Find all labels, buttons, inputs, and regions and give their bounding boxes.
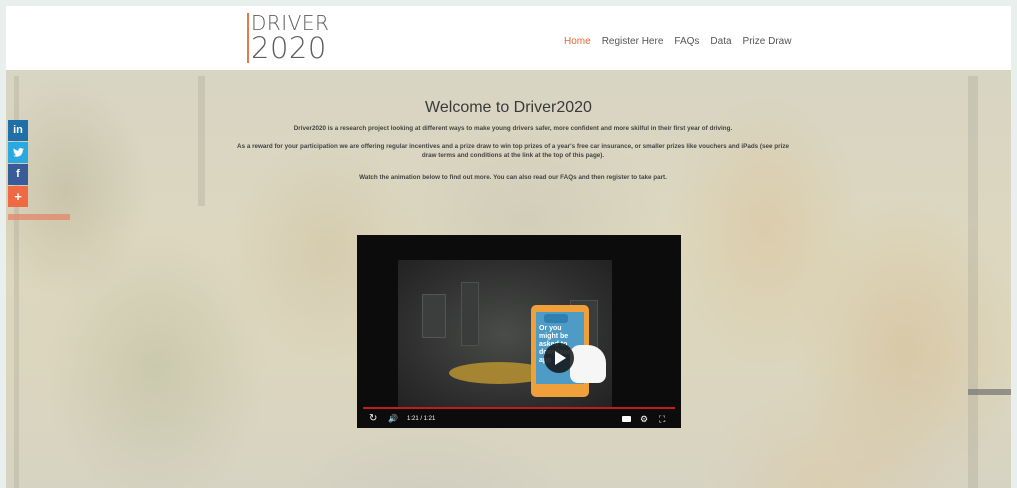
nav-faqs[interactable]: FAQs xyxy=(674,36,699,47)
gear-icon[interactable]: ⚙ xyxy=(640,412,648,426)
fullscreen-icon[interactable]: ⛶ xyxy=(659,412,665,426)
nav-register[interactable]: Register Here xyxy=(602,36,664,47)
plus-icon[interactable]: + xyxy=(8,186,28,207)
logo-line-1: DRIVER xyxy=(251,11,330,35)
volume-icon[interactable]: 🔊 xyxy=(388,412,398,426)
page-title: Welcome to Driver2020 xyxy=(425,99,592,116)
twitter-icon[interactable] xyxy=(8,142,28,163)
scene-poster xyxy=(422,294,446,338)
site-header: DRIVER 2020 Home Register Here FAQs Data… xyxy=(6,6,1011,70)
decorative-bar xyxy=(968,389,1011,395)
logo-line-2: 2020 xyxy=(251,31,327,65)
chat-bubble xyxy=(544,314,568,323)
video-controls: ↻ 🔊 1:21 / 1:21 ⚙ ⛶ xyxy=(357,412,681,426)
reward-paragraph: As a reward for your participation we ar… xyxy=(237,143,789,159)
decorative-bar xyxy=(8,214,70,220)
site-logo[interactable]: DRIVER 2020 xyxy=(247,13,329,63)
main-nav: Home Register Here FAQs Data Prize Draw xyxy=(564,36,791,47)
linkedin-icon[interactable]: in xyxy=(8,120,28,141)
hand-illustration xyxy=(570,345,606,383)
scene-poster xyxy=(461,282,479,346)
video-player[interactable]: Or you might be asked to download an app… xyxy=(357,235,681,428)
play-icon[interactable] xyxy=(544,343,574,373)
page: DRIVER 2020 Home Register Here FAQs Data… xyxy=(6,6,1011,488)
video-time: 1:21 / 1:21 xyxy=(407,416,436,422)
social-share-bar: in f + xyxy=(8,120,28,208)
intro-paragraph: Driver2020 is a research project looking… xyxy=(293,125,733,132)
replay-icon[interactable]: ↻ xyxy=(369,412,377,426)
facebook-icon[interactable]: f xyxy=(8,164,28,185)
nav-home[interactable]: Home xyxy=(564,36,591,47)
watch-paragraph: Watch the animation below to find out mo… xyxy=(359,174,667,181)
cc-icon[interactable] xyxy=(622,416,631,422)
nav-prize-draw[interactable]: Prize Draw xyxy=(743,36,792,47)
video-frame: Or you might be asked to download an app xyxy=(398,260,612,408)
video-progress-bar[interactable] xyxy=(363,407,675,409)
nav-data[interactable]: Data xyxy=(710,36,731,47)
